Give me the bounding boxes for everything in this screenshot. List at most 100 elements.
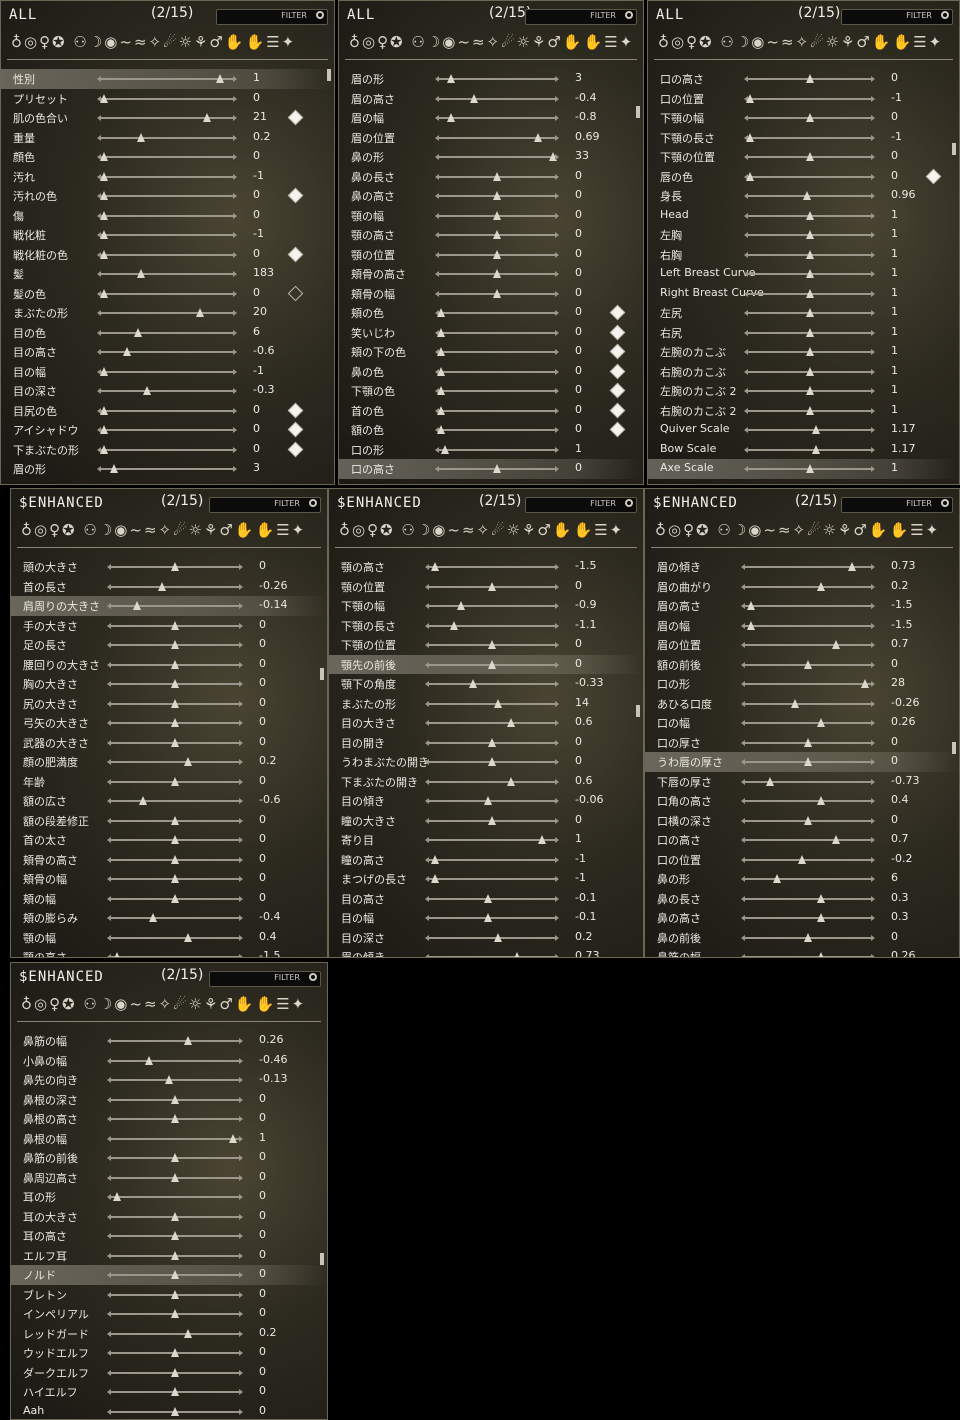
slider-track[interactable] xyxy=(107,581,243,591)
slider-row[interactable]: 目の深さ 0.2 xyxy=(329,928,643,948)
slider-row[interactable]: 尻の大きさ 0 xyxy=(11,694,327,714)
slider-knob[interactable] xyxy=(494,932,503,942)
slider-row[interactable]: 唇の色 0 xyxy=(648,167,959,187)
slider-knob[interactable] xyxy=(747,620,756,630)
slider-knob[interactable] xyxy=(171,1094,179,1104)
slider-row[interactable]: うわ唇の厚さ 0 xyxy=(645,752,959,772)
slider-track[interactable] xyxy=(425,562,559,571)
slider-knob[interactable] xyxy=(791,698,800,708)
slider-row[interactable]: エルフ耳 0 xyxy=(11,1246,327,1266)
slider-track[interactable] xyxy=(107,796,243,805)
slider-row[interactable]: 目の幅 -1 xyxy=(1,362,334,382)
slider-row[interactable]: 顎の高さ -1.5 xyxy=(11,947,327,957)
slider-row[interactable]: 汚れ -1 xyxy=(1,167,334,187)
color-picker-diamond-icon[interactable] xyxy=(609,324,626,340)
slider-knob[interactable] xyxy=(848,562,857,571)
slider-track[interactable] xyxy=(744,425,875,434)
slider-track[interactable] xyxy=(107,1172,243,1182)
slider-track[interactable] xyxy=(97,132,237,142)
slider-row[interactable]: 顎先の前後 0 xyxy=(329,654,643,674)
color-picker-diamond-icon[interactable] xyxy=(287,246,304,262)
slider-track[interactable] xyxy=(435,171,559,181)
slider-row[interactable]: 鼻筋の幅 0.26 xyxy=(11,1031,327,1051)
slider-row[interactable]: 汚れの色 0 xyxy=(1,186,334,206)
slider-track[interactable] xyxy=(107,640,243,649)
slider-row[interactable]: 傷0 xyxy=(1,206,334,226)
slider-knob[interactable] xyxy=(136,132,145,142)
slider-track[interactable] xyxy=(107,659,243,669)
slider-track[interactable] xyxy=(741,835,875,844)
slider-row[interactable]: 年齢 0 xyxy=(11,772,327,792)
slider-row[interactable]: 眉の曲がり 0.2 xyxy=(645,577,959,597)
slider-row[interactable]: 瞳の大きさ 0 xyxy=(329,811,643,831)
slider-knob[interactable] xyxy=(772,874,781,883)
slider-row[interactable]: 頬の膨らみ -0.4 xyxy=(11,908,327,928)
slider-knob[interactable] xyxy=(493,191,501,200)
slider-track[interactable] xyxy=(107,1094,243,1104)
slider-knob[interactable] xyxy=(431,562,440,571)
slider-knob[interactable] xyxy=(171,698,179,708)
slider-track[interactable] xyxy=(744,308,875,317)
slider-knob[interactable] xyxy=(493,464,501,473)
slider-knob[interactable] xyxy=(488,659,496,669)
slider-knob[interactable] xyxy=(805,308,814,317)
slider-track[interactable] xyxy=(435,386,559,395)
slider-row[interactable]: 眉の幅 -1.5 xyxy=(645,616,959,636)
slider-row[interactable]: 頭の大きさ 0 xyxy=(11,557,327,577)
slider-row[interactable]: インペリアル 0 xyxy=(11,1304,327,1324)
slider-track[interactable] xyxy=(741,815,875,825)
slider-row[interactable]: 肩周りの大きさ -0.14 xyxy=(11,596,327,616)
slider-knob[interactable] xyxy=(469,679,478,688)
slider-knob[interactable] xyxy=(215,74,224,83)
slider-track[interactable] xyxy=(107,1133,243,1143)
color-picker-diamond-icon[interactable] xyxy=(287,441,304,457)
slider-row[interactable]: 眉の傾き 0.73 xyxy=(645,557,959,577)
slider-row[interactable]: 左腕のカこぶ 2 1 xyxy=(648,381,959,401)
slider-track[interactable] xyxy=(435,308,559,317)
slider-row[interactable]: 小鼻の幅 -0.46 xyxy=(11,1051,327,1071)
slider-track[interactable] xyxy=(435,74,559,83)
slider-track[interactable] xyxy=(744,444,875,454)
slider-row[interactable]: 鼻の形 6 xyxy=(645,869,959,889)
slider-track[interactable] xyxy=(744,269,875,278)
slider-track[interactable] xyxy=(107,815,243,825)
slider-knob[interactable] xyxy=(171,1406,179,1416)
slider-knob[interactable] xyxy=(816,581,825,591)
slider-row[interactable]: 目尻の色 0 xyxy=(1,401,334,421)
slider-knob[interactable] xyxy=(493,288,501,298)
slider-track[interactable] xyxy=(107,1348,243,1357)
slider-track[interactable] xyxy=(97,366,237,376)
slider-track[interactable] xyxy=(425,601,559,610)
slider-knob[interactable] xyxy=(805,230,814,239)
slider-track[interactable] xyxy=(97,444,237,454)
category-icons[interactable]: ♁◎♀✪ ⚇☽◉~≈✧☄☼⚘♂✋✋☰✦ xyxy=(21,995,317,1017)
slider-track[interactable] xyxy=(435,464,559,473)
slider-knob[interactable] xyxy=(437,386,446,395)
category-icons[interactable]: ♁◎♀✪ ⚇☽◉~≈✧☄☼⚘♂✋✋☰✦ xyxy=(349,33,633,55)
slider-track[interactable] xyxy=(107,835,243,844)
slider-knob[interactable] xyxy=(805,269,814,278)
slider-row[interactable]: Quiver Scale 1.17 xyxy=(648,420,959,440)
slider-row[interactable]: 口の形 28 xyxy=(645,674,959,694)
slider-row[interactable]: 首の色 0 xyxy=(339,401,643,421)
category-icons[interactable]: ♁◎♀✪ ⚇☽◉~≈✧☄☼⚘♂✋✋☰✦ xyxy=(655,521,949,543)
slider-knob[interactable] xyxy=(805,210,814,220)
slider-row[interactable]: 首の太さ 0 xyxy=(11,830,327,850)
slider-knob[interactable] xyxy=(99,191,108,200)
slider-track[interactable] xyxy=(741,679,875,688)
slider-knob[interactable] xyxy=(196,308,204,317)
slider-track[interactable] xyxy=(435,132,559,142)
slider-track[interactable] xyxy=(741,776,875,786)
slider-knob[interactable] xyxy=(811,425,820,434)
slider-track[interactable] xyxy=(425,640,559,649)
slider-knob[interactable] xyxy=(113,952,122,957)
slider-track[interactable] xyxy=(741,698,875,708)
slider-knob[interactable] xyxy=(805,464,814,473)
slider-knob[interactable] xyxy=(171,640,179,649)
slider-knob[interactable] xyxy=(488,581,496,591)
slider-row[interactable]: 下まぶたの開き 0.6 xyxy=(329,772,643,792)
slider-track[interactable] xyxy=(97,405,237,415)
slider-knob[interactable] xyxy=(805,74,814,83)
slider-track[interactable] xyxy=(425,659,559,669)
slider-knob[interactable] xyxy=(797,854,806,864)
